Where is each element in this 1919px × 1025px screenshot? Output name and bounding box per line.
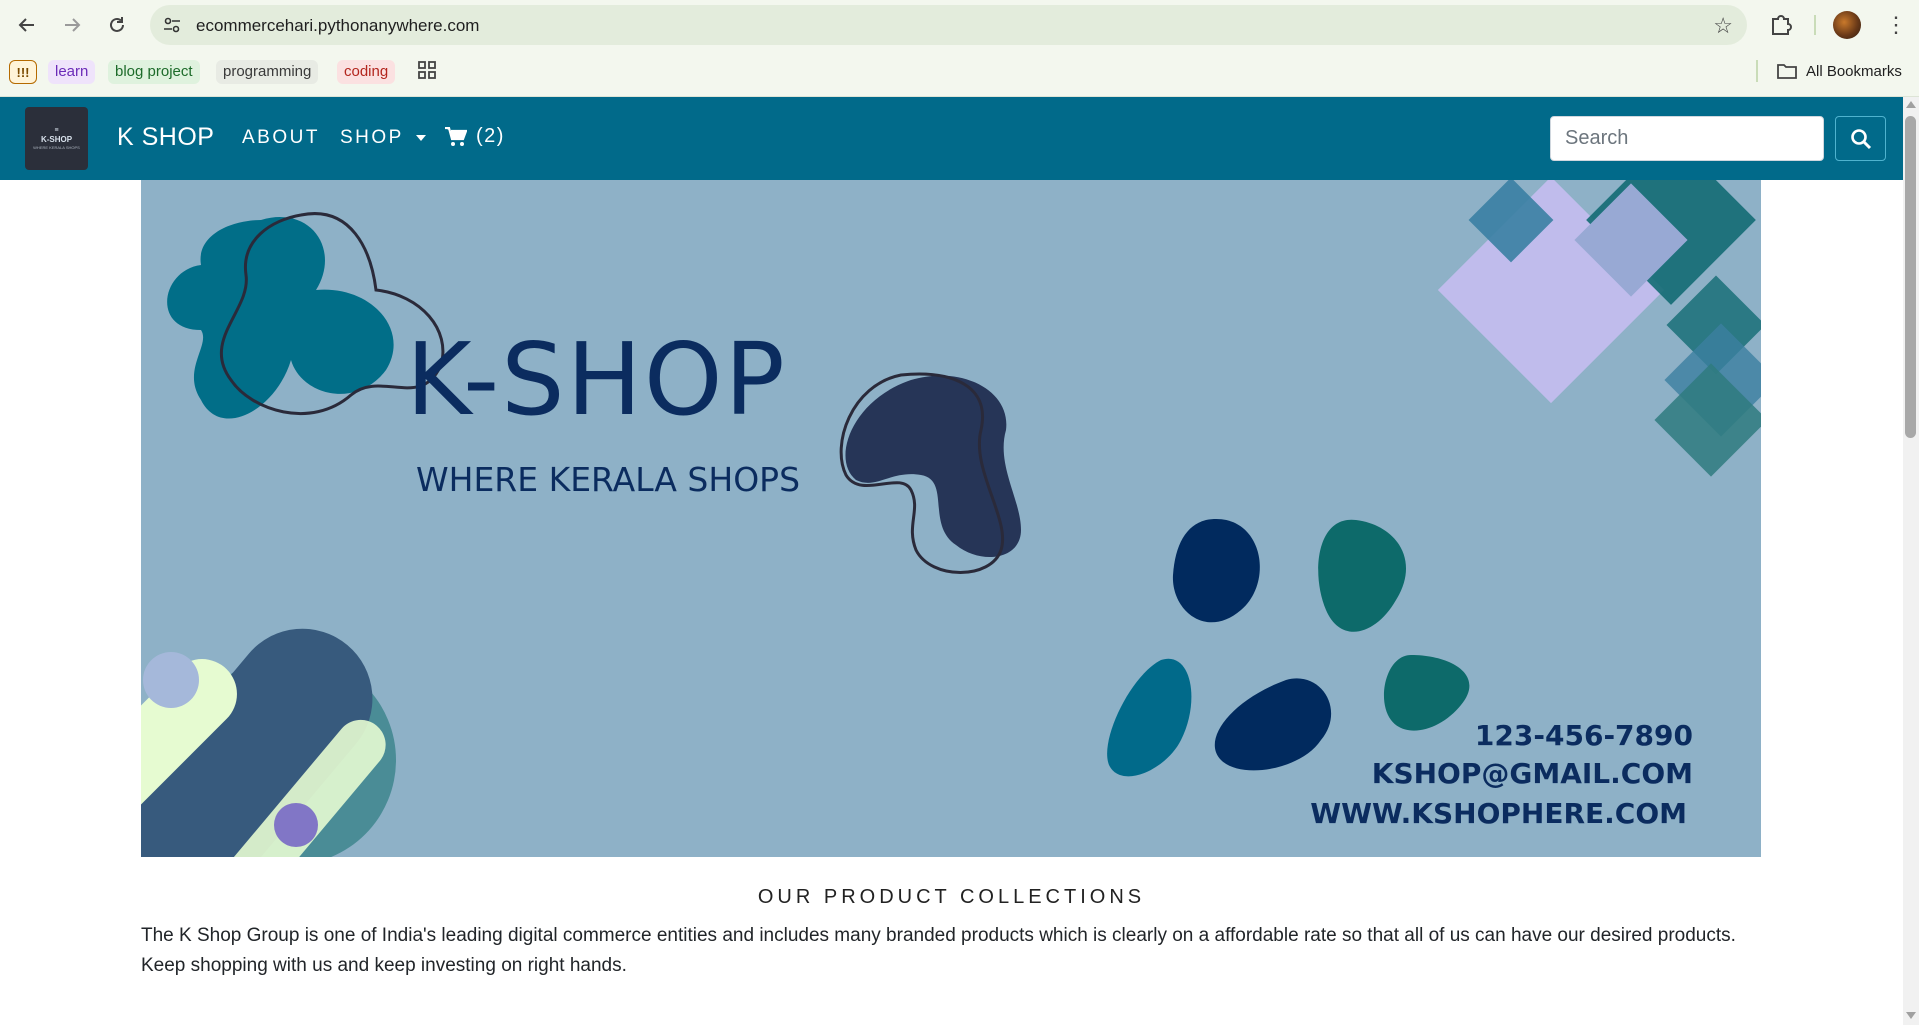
- browser-toolbar: ecommercehari.pythonanywhere.com ☆ ⋮: [0, 0, 1919, 50]
- banner-email: KSHOP@GMAIL.COM: [1371, 757, 1693, 790]
- brand-name-link[interactable]: K SHOP: [117, 123, 214, 152]
- banner-phone: 123-456-7890: [1474, 719, 1693, 752]
- blob-decoration: [1107, 658, 1192, 777]
- url-text[interactable]: ecommercehari.pythonanywhere.com: [196, 16, 479, 36]
- blob-decoration: [1318, 519, 1407, 632]
- cart-icon: [445, 126, 467, 146]
- browser-menu-icon[interactable]: ⋮: [1885, 10, 1907, 40]
- scroll-down-arrow[interactable]: [1906, 1012, 1916, 1019]
- brand-logo[interactable]: ≡ K-SHOP WHERE KERALA SHOPS: [25, 107, 88, 170]
- cart-link[interactable]: (2): [445, 125, 505, 148]
- chevron-down-icon[interactable]: [416, 135, 426, 141]
- reload-icon[interactable]: [99, 7, 135, 43]
- bookmarks-bar: !!! learn blog project programming codin…: [0, 50, 1919, 97]
- cart-count: (2): [476, 125, 505, 147]
- search-button[interactable]: [1835, 116, 1886, 161]
- toolbar-divider: [1814, 15, 1816, 35]
- site-navbar: ≡ K-SHOP WHERE KERALA SHOPS K SHOP ABOUT…: [0, 97, 1903, 180]
- folder-icon: [1777, 64, 1797, 79]
- bookmark-programming[interactable]: programming: [216, 60, 319, 84]
- search-icon: [1850, 128, 1871, 149]
- banner-tagline: WHERE KERALA SHOPS: [416, 460, 801, 499]
- address-bar[interactable]: ecommercehari.pythonanywhere.com ☆: [150, 5, 1747, 45]
- search-input[interactable]: [1550, 116, 1824, 161]
- circle-decoration: [274, 803, 318, 847]
- bookmark-star-icon[interactable]: ☆: [1713, 13, 1733, 39]
- bookmark-coding[interactable]: coding: [337, 60, 396, 84]
- all-bookmarks-label: All Bookmarks: [1806, 62, 1902, 80]
- blob-decoration: [1214, 678, 1332, 771]
- hero-banner: K-SHOP WHERE KERALA SHOPS 123-456-7890 K…: [141, 180, 1761, 857]
- apps-grid-icon[interactable]: [417, 60, 437, 80]
- back-icon[interactable]: [9, 7, 45, 43]
- logo-mark: ≡: [54, 127, 59, 134]
- nav-about-link[interactable]: ABOUT: [242, 127, 320, 149]
- bookmarks-divider: [1756, 60, 1758, 82]
- section-title: OUR PRODUCT COLLECTIONS: [757, 886, 1146, 908]
- blob-decoration: [1172, 519, 1260, 623]
- extensions-icon[interactable]: [1765, 10, 1795, 40]
- blob-decoration: [1383, 655, 1470, 731]
- scroll-up-arrow[interactable]: [1906, 101, 1916, 108]
- nav-shop-dropdown[interactable]: SHOP: [340, 127, 404, 149]
- banner-website: WWW.KSHOPHERE.COM: [1310, 797, 1687, 830]
- scrollbar-thumb[interactable]: [1905, 116, 1916, 438]
- site-info-icon[interactable]: [162, 15, 182, 35]
- about-description: The K Shop Group is one of India's leadi…: [141, 925, 1736, 976]
- bookmark-alert[interactable]: !!!: [9, 60, 37, 84]
- circle-decoration: [143, 652, 199, 708]
- forward-icon[interactable]: [54, 7, 90, 43]
- bookmark-blog-project[interactable]: blog project: [108, 60, 200, 84]
- navy-blob-decoration: [845, 375, 1021, 557]
- logo-title: K-SHOP: [40, 135, 73, 144]
- bookmark-learn[interactable]: learn: [48, 60, 96, 84]
- banner-graphic: [141, 180, 1761, 857]
- banner-title: K-SHOP: [406, 321, 787, 438]
- all-bookmarks-button[interactable]: All Bookmarks: [1776, 59, 1902, 83]
- profile-avatar[interactable]: [1833, 11, 1861, 39]
- logo-tagline: WHERE KERALA SHOPS: [33, 145, 80, 150]
